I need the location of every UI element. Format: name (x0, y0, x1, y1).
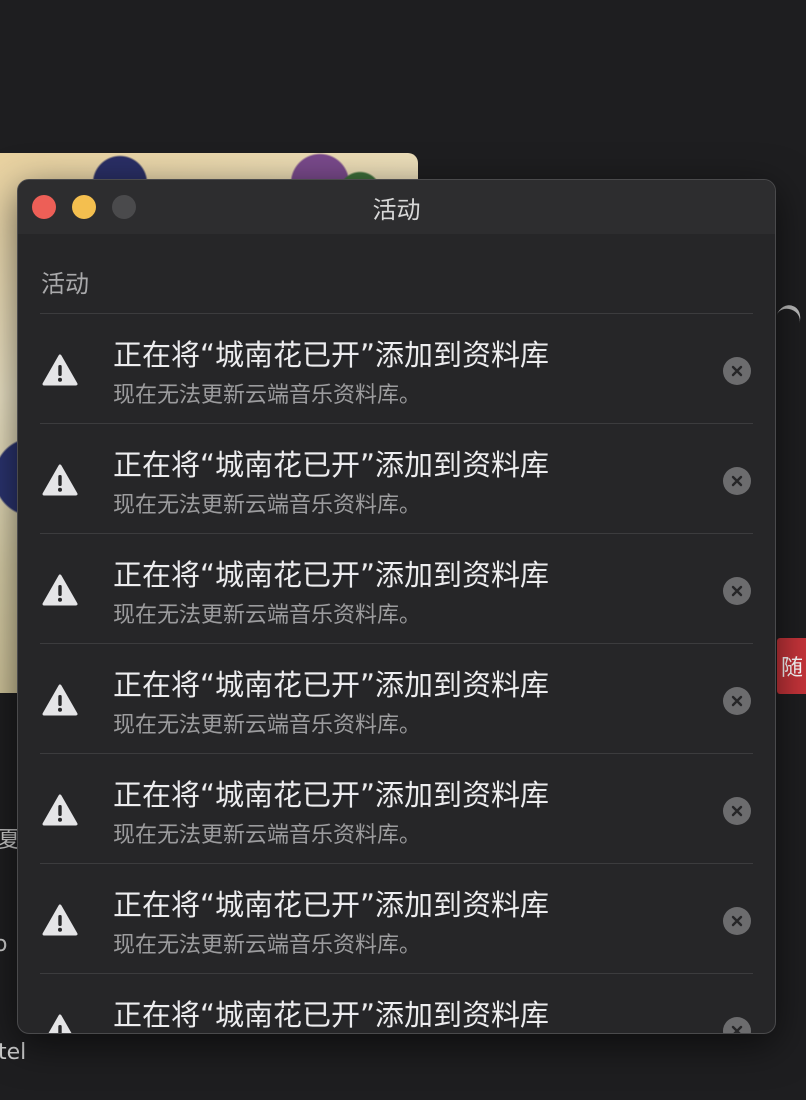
close-circle-icon (731, 365, 743, 377)
title-bar[interactable]: 活动 (18, 180, 775, 234)
background-text-fragment: tel (0, 1040, 27, 1065)
warning-triangle-icon (42, 574, 78, 606)
dismiss-button[interactable] (723, 357, 751, 385)
dismiss-button[interactable] (723, 907, 751, 935)
activity-title: 正在将“城南花已开”添加到资料库 (113, 998, 550, 1032)
activity-subtitle: 现在无法更新云端音乐资料库。 (113, 493, 422, 518)
section-title: 活动 (41, 270, 89, 298)
activity-title: 正在将“城南花已开”添加到资料库 (113, 448, 550, 482)
warning-triangle-icon (42, 354, 78, 386)
close-circle-icon (731, 475, 743, 487)
activity-list-container: 活动 正在将“城南花已开”添加到资料库 现在无法更新云端音乐资料库。 正在将“城… (18, 234, 775, 1033)
warning-triangle-icon (42, 904, 78, 936)
activity-title: 正在将“城南花已开”添加到资料库 (113, 668, 550, 702)
dismiss-button[interactable] (723, 797, 751, 825)
activity-title: 正在将“城南花已开”添加到资料库 (113, 888, 550, 922)
dismiss-button[interactable] (723, 577, 751, 605)
activity-subtitle: 现在无法更新云端音乐资料库。 (113, 823, 422, 848)
activity-window: 活动 活动 正在将“城南花已开”添加到资料库 现在无法更新云端音乐资料库。 正在… (17, 179, 776, 1034)
activity-subtitle: 现在无法更新云端音乐资料库。 (113, 713, 422, 738)
activity-row: 正在将“城南花已开”添加到资料库 现在无法更新云端音乐资料库。 (40, 424, 753, 534)
activity-title: 正在将“城南花已开”添加到资料库 (113, 778, 550, 812)
dismiss-button[interactable] (723, 687, 751, 715)
spinner-icon (771, 301, 805, 337)
desktop: 随 夏 o tel 活动 活动 正在将“城南花已开”添加到资料库 现在无法更新云… (0, 0, 806, 1100)
activity-subtitle: 现在无法更新云端音乐资料库。 (113, 603, 422, 628)
close-circle-icon (731, 695, 743, 707)
warning-triangle-icon (42, 464, 78, 496)
activity-row: 正在将“城南花已开”添加到资料库 (40, 974, 753, 1033)
warning-triangle-icon (42, 794, 78, 826)
activity-title: 正在将“城南花已开”添加到资料库 (113, 338, 550, 372)
close-circle-icon (731, 585, 743, 597)
warning-triangle-icon (48, 1014, 72, 1033)
activity-row: 正在将“城南花已开”添加到资料库 现在无法更新云端音乐资料库。 (40, 314, 753, 424)
close-circle-icon (731, 915, 743, 927)
close-circle-icon (731, 1025, 743, 1033)
activity-list: 正在将“城南花已开”添加到资料库 现在无法更新云端音乐资料库。 正在将“城南花已… (40, 314, 753, 1033)
dismiss-button[interactable] (723, 1017, 751, 1033)
section-header: 活动 (40, 234, 753, 314)
warning-triangle-icon (42, 684, 78, 716)
close-circle-icon (731, 805, 743, 817)
activity-row: 正在将“城南花已开”添加到资料库 现在无法更新云端音乐资料库。 (40, 534, 753, 644)
activity-title: 正在将“城南花已开”添加到资料库 (113, 558, 550, 592)
activity-row: 正在将“城南花已开”添加到资料库 现在无法更新云端音乐资料库。 (40, 864, 753, 974)
shuffle-button[interactable]: 随 (777, 638, 806, 694)
background-text-fragment: o (0, 932, 8, 957)
activity-row: 正在将“城南花已开”添加到资料库 现在无法更新云端音乐资料库。 (40, 644, 753, 754)
activity-subtitle: 现在无法更新云端音乐资料库。 (113, 383, 422, 408)
dismiss-button[interactable] (723, 467, 751, 495)
window-title: 活动 (372, 196, 421, 224)
activity-row: 正在将“城南花已开”添加到资料库 现在无法更新云端音乐资料库。 (40, 754, 753, 864)
activity-subtitle: 现在无法更新云端音乐资料库。 (113, 933, 422, 958)
shuffle-button-label: 随 (781, 656, 804, 681)
